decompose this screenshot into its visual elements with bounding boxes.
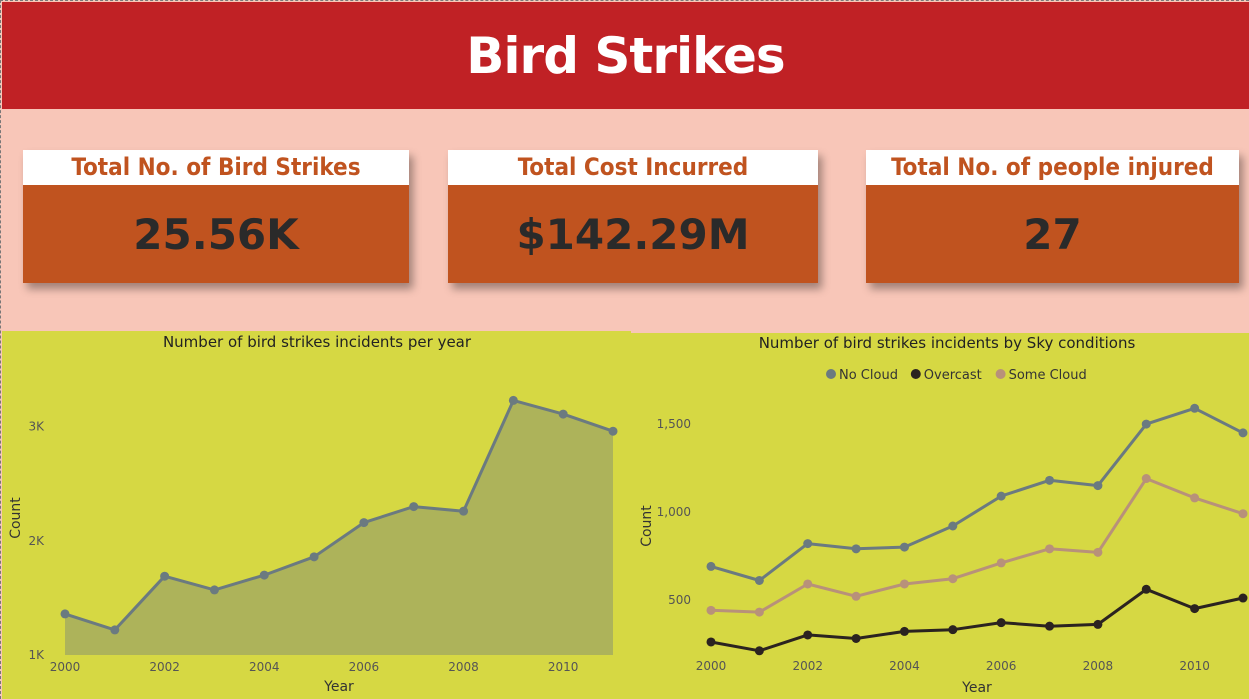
series-line [710,587,1244,653]
data-point [996,491,1006,501]
data-point [60,609,70,619]
data-point [1093,547,1103,557]
data-point [899,626,909,636]
data-point [706,561,716,571]
kpi-value: 25.56K [23,185,409,283]
data-point [851,633,861,643]
data-point [409,502,419,512]
dashboard-header: Bird Strikes [2,2,1249,109]
x-axis-label: Year [961,680,992,696]
legend-marker [826,369,836,379]
data-point [1093,619,1103,629]
data-point [803,579,813,589]
y-tick-label: 1,500 [657,417,691,431]
data-point [259,570,269,580]
data-point [803,630,813,640]
data-point [996,558,1006,568]
data-point [851,591,861,601]
data-point [1045,475,1055,485]
data-point [1190,493,1200,503]
data-point [110,625,120,635]
x-tick-label: 2004 [249,660,280,674]
data-point [754,646,764,656]
data-point [1190,604,1200,614]
x-tick-label: 2008 [1083,659,1114,673]
legend-label: Some Cloud [1009,368,1087,383]
legend-marker [910,369,921,379]
kpi-label: Total No. of Bird Strikes [23,150,409,185]
kpi-label: Total No. of people injured [866,150,1239,185]
x-tick-label: 2008 [448,660,479,674]
data-point [160,571,170,581]
kpi-value: 27 [866,185,1239,283]
data-point [459,506,469,516]
data-point [608,426,618,436]
data-point [209,585,219,595]
data-point [1238,509,1248,519]
series-line [710,406,1244,582]
data-point [1238,428,1248,438]
data-point [1141,584,1151,594]
legend-marker [995,369,1006,379]
data-point [948,625,958,635]
x-axis-label: Year [323,679,354,695]
area-chart-per-year[interactable]: Number of bird strikes incidents per yea… [2,331,631,699]
y-axis-label: Count [639,505,655,547]
chart-panel-sky-conditions[interactable]: Number of bird strikes incidents by Sky … [631,333,1249,699]
data-point [996,618,1006,628]
data-point [948,521,958,531]
data-point [1093,481,1103,491]
data-point [803,539,813,549]
series-line [710,477,1244,614]
x-tick-label: 2010 [1179,659,1210,673]
data-point [1141,474,1151,484]
data-point [754,575,764,585]
line-chart-sky-conditions[interactable]: Number of bird strikes incidents by Sky … [631,333,1249,699]
data-point [851,544,861,554]
chart-panel-per-year[interactable]: Number of bird strikes incidents per yea… [2,331,631,699]
chart-title: Number of bird strikes incidents by Sky … [759,334,1136,352]
data-point [309,552,319,562]
x-tick-label: 2006 [986,659,1017,673]
x-tick-label: 2000 [50,660,81,674]
data-point [558,409,568,419]
legend-label: Overcast [924,368,982,383]
data-point [899,579,909,589]
dashboard-title: Bird Strikes [466,26,785,85]
legend-label: No Cloud [839,368,898,383]
y-tick-label: 2K [28,534,45,548]
data-point [1045,544,1055,554]
y-tick-label: 1,000 [657,505,691,519]
kpi-card-total-bird-strikes[interactable]: Total No. of Bird Strikes 25.56K [23,150,409,283]
data-point [1190,403,1200,413]
kpi-card-people-injured[interactable]: Total No. of people injured 27 [866,150,1239,283]
x-tick-label: 2000 [696,659,727,673]
area-fill [65,400,613,655]
data-point [706,605,716,615]
x-tick-label: 2010 [548,660,579,674]
data-point [754,607,764,617]
kpi-value: $142.29M [448,185,818,283]
y-tick-label: 1K [28,648,45,662]
kpi-label: Total Cost Incurred [448,150,818,185]
data-point [948,574,958,584]
y-tick-label: 3K [28,420,45,434]
x-tick-label: 2002 [149,660,180,674]
y-tick-label: 500 [668,593,691,607]
data-point [1045,621,1055,631]
chart-title: Number of bird strikes incidents per yea… [163,333,472,351]
data-point [899,542,909,552]
data-point [1238,593,1248,603]
kpi-card-total-cost[interactable]: Total Cost Incurred $142.29M [448,150,818,283]
y-axis-label: Count [8,497,24,539]
data-point [1141,419,1151,429]
data-point [706,637,716,647]
data-point [359,518,369,528]
x-tick-label: 2002 [792,659,823,673]
x-tick-label: 2004 [889,659,920,673]
data-point [508,395,518,405]
x-tick-label: 2006 [349,660,380,674]
